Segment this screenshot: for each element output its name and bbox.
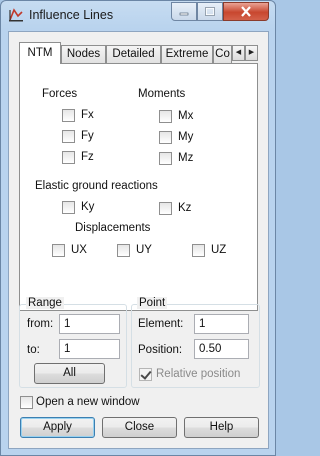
window-title: Influence Lines	[29, 8, 114, 22]
uz-checkbox[interactable]	[192, 244, 205, 257]
ky-label: Ky	[81, 201, 95, 213]
tab-scroll-left-button[interactable]: ◀	[232, 45, 245, 61]
position-input[interactable]: 0.50	[194, 339, 249, 359]
fz-checkbox[interactable]	[62, 151, 75, 164]
close-window-button[interactable]	[223, 2, 269, 21]
position-label: Position:	[138, 344, 183, 356]
fz-label: Fz	[81, 151, 94, 163]
my-checkbox[interactable]	[159, 131, 172, 144]
range-to-input[interactable]: 1	[59, 339, 120, 359]
kz-label: Kz	[178, 202, 192, 214]
mx-checkbox[interactable]	[159, 110, 172, 123]
ky-checkbox[interactable]	[62, 201, 75, 214]
tab-scroll-right-button[interactable]: ▶	[245, 45, 258, 61]
open-new-window-checkbox[interactable]	[20, 396, 33, 409]
help-button[interactable]: Help	[184, 417, 259, 438]
fy-checkbox[interactable]	[62, 130, 75, 143]
maximize-icon	[205, 7, 215, 16]
arrow-right-icon: ▶	[248, 49, 255, 56]
tab-ntm[interactable]: NTM	[19, 42, 61, 64]
influence-lines-dialog: Influence Lines NTM Nodes Detailed Extre…	[0, 0, 276, 456]
influence-lines-app-icon	[9, 8, 23, 22]
tab-extreme[interactable]: Extreme	[161, 45, 213, 63]
range-from-label: from:	[27, 318, 54, 330]
range-group-title: Range	[26, 297, 64, 309]
point-group-title: Point	[137, 297, 168, 309]
maximize-button[interactable]	[197, 2, 223, 21]
displacements-heading: Displacements	[75, 222, 151, 234]
moments-heading: Moments	[138, 88, 186, 100]
range-from-input[interactable]: 1	[59, 314, 120, 334]
arrow-left-icon: ◀	[235, 49, 242, 56]
open-new-window-label: Open a new window	[36, 396, 140, 408]
fy-label: Fy	[81, 130, 94, 142]
fx-label: Fx	[81, 109, 94, 121]
all-button[interactable]: All	[34, 363, 105, 384]
element-label: Element:	[138, 318, 184, 330]
uz-label: UZ	[211, 244, 227, 256]
mz-checkbox[interactable]	[159, 152, 172, 165]
relative-position-label: Relative position	[156, 368, 241, 380]
close-icon	[241, 6, 251, 17]
range-to-label: to:	[27, 344, 40, 356]
title-bar[interactable]: Influence Lines	[1, 1, 275, 31]
mx-label: Mx	[178, 110, 194, 122]
elastic-ground-reactions-heading: Elastic ground reactions	[35, 180, 158, 192]
ux-label: UX	[71, 244, 87, 256]
minimize-icon	[179, 12, 189, 15]
relative-position-checkbox[interactable]	[139, 368, 152, 381]
apply-button[interactable]: Apply	[20, 417, 95, 438]
ux-checkbox[interactable]	[52, 244, 65, 257]
forces-heading: Forces	[42, 88, 78, 100]
my-label: My	[178, 131, 194, 143]
minimize-button[interactable]	[171, 2, 197, 21]
tab-nodes[interactable]: Nodes	[61, 45, 106, 63]
kz-checkbox[interactable]	[159, 202, 172, 215]
tab-bar: NTM Nodes Detailed Extreme Co ◀ ▶	[19, 42, 258, 64]
element-input[interactable]: 1	[194, 314, 249, 334]
uy-checkbox[interactable]	[117, 244, 130, 257]
close-button[interactable]: Close	[102, 417, 177, 438]
uy-label: UY	[136, 244, 152, 256]
dialog-client-area: NTM Nodes Detailed Extreme Co ◀ ▶ Forces…	[8, 31, 269, 449]
tab-co[interactable]: Co	[213, 45, 232, 63]
tab-detailed[interactable]: Detailed	[106, 45, 161, 63]
mz-label: Mz	[178, 152, 194, 164]
ntm-tab-panel: Forces Moments Fx Fy Fz Mx My Mz Elastic…	[19, 63, 258, 311]
fx-checkbox[interactable]	[62, 109, 75, 122]
